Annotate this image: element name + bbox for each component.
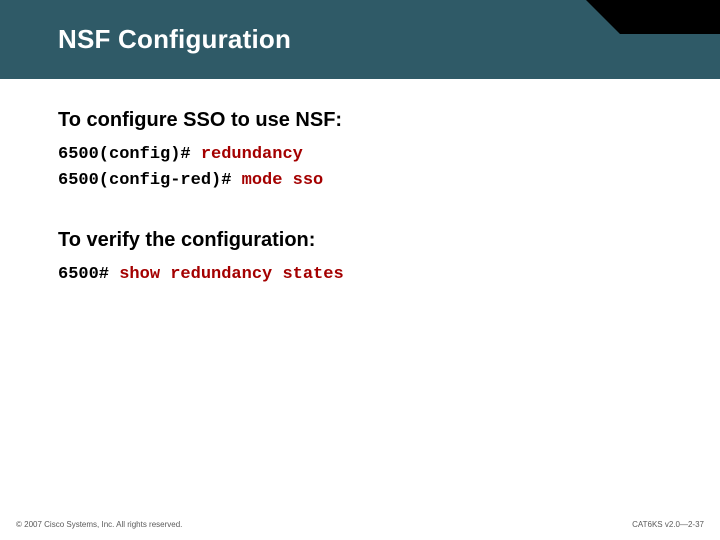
cli-line: 6500# show redundancy states — [58, 262, 662, 288]
cli-prompt: 6500# — [58, 265, 119, 284]
cli-prompt: 6500(config)# — [58, 145, 201, 164]
cli-command: show redundancy states — [119, 265, 343, 284]
cli-prompt: 6500(config-red)# — [58, 171, 242, 190]
course-code: CAT6KS v2.0—2-37 — [632, 520, 704, 529]
corner-decoration — [620, 0, 720, 34]
slide-body: To configure SSO to use NSF: 6500(config… — [0, 79, 720, 288]
cli-command: redundancy — [201, 145, 303, 164]
section-heading-verify: To verify the configuration: — [58, 229, 662, 252]
slide: NSF Configuration To configure SSO to us… — [0, 0, 720, 540]
copyright-text: © 2007 Cisco Systems, Inc. All rights re… — [16, 520, 182, 529]
cli-line: 6500(config)# redundancy — [58, 142, 662, 168]
cli-command: mode sso — [242, 171, 324, 190]
section-heading-configure: To configure SSO to use NSF: — [58, 109, 662, 132]
title-band: NSF Configuration — [0, 0, 720, 79]
cli-line: 6500(config-red)# mode sso — [58, 168, 662, 194]
footer-bar: © 2007 Cisco Systems, Inc. All rights re… — [0, 508, 720, 540]
